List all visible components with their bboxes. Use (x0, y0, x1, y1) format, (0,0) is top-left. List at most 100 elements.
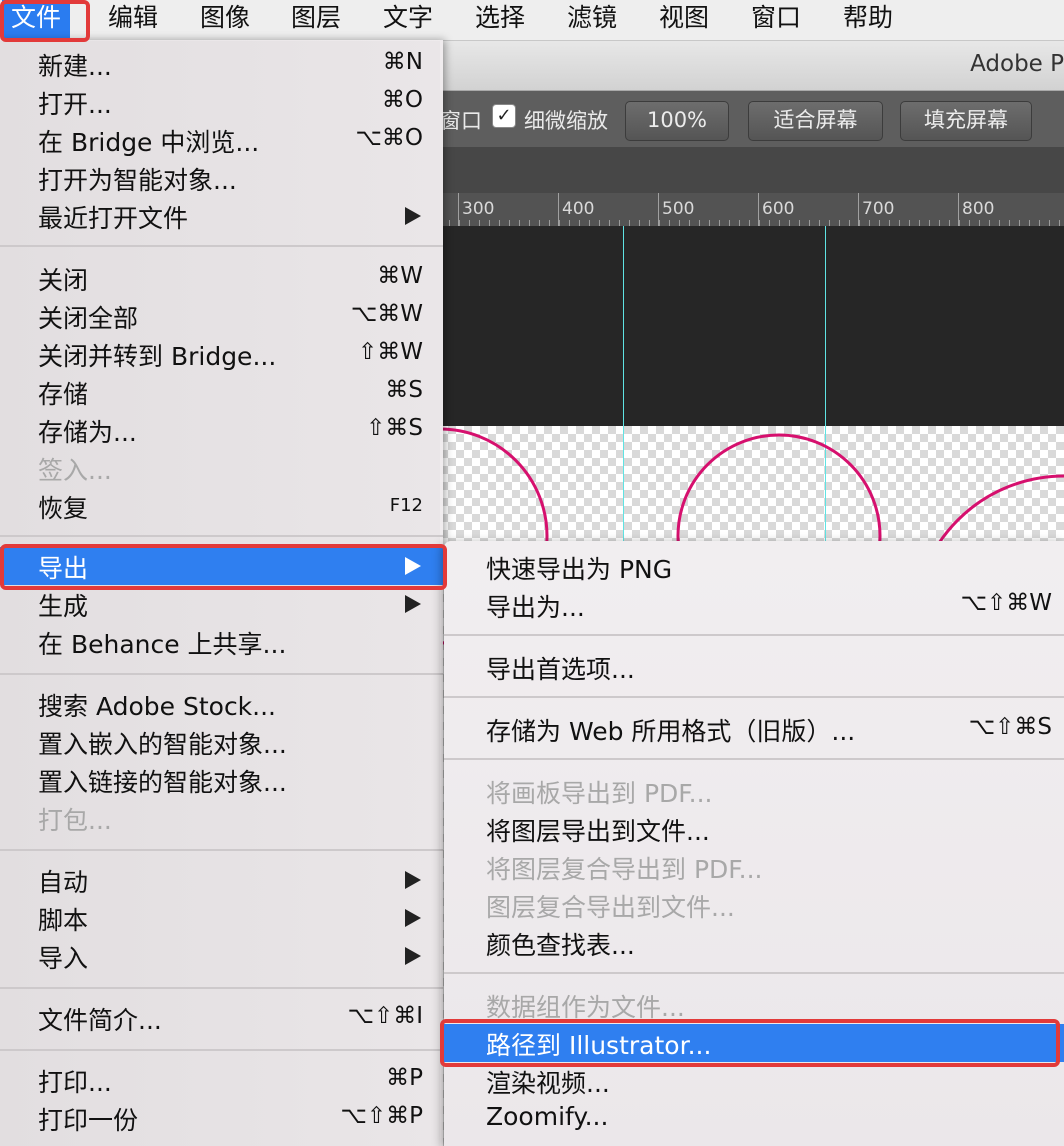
submenu-arrow-icon (405, 871, 421, 889)
menu-window[interactable]: 窗口 (751, 0, 801, 40)
menu-item-close-go-bridge[interactable]: 关闭并转到 Bridge... ⇧⌘W (0, 335, 443, 373)
menu-item-open[interactable]: 打开... ⌘O (0, 83, 443, 121)
menu-item-shortcut: ⌥⇧⌘S (968, 714, 1052, 740)
submenu-item-artboards-to-pdf: 将画板导出到 PDF... (444, 772, 1064, 810)
menu-item-label: 图层复合导出到文件... (486, 893, 735, 922)
menu-item-revert[interactable]: 恢复 F12 (0, 487, 443, 525)
menu-item-file-info[interactable]: 文件简介... ⌥⇧⌘I (0, 999, 443, 1037)
menu-item-shortcut: ⌘N (382, 49, 423, 75)
menu-item-label: 渲染视频... (486, 1069, 610, 1098)
menu-item-shortcut: ⇧⌘W (357, 339, 423, 365)
menu-item-generate[interactable]: 生成 (0, 585, 443, 623)
menu-type[interactable]: 文字 (383, 0, 433, 40)
menu-item-label: 置入嵌入的智能对象... (38, 730, 287, 759)
menu-item-open-smart-object[interactable]: 打开为智能对象... (0, 159, 443, 197)
menu-item-open-recent[interactable]: 最近打开文件 (0, 197, 443, 235)
menu-item-place-embedded[interactable]: 置入嵌入的智能对象... (0, 723, 443, 761)
ruler-mark: 800 (962, 199, 995, 219)
menu-item-close-all[interactable]: 关闭全部 ⌥⌘W (0, 297, 443, 335)
menu-item-label: 打包... (38, 806, 112, 835)
window-title: Adobe P (970, 51, 1064, 77)
submenu-item-export-as[interactable]: 导出为... ⌥⇧⌘W (444, 586, 1064, 624)
menu-separator (0, 987, 443, 989)
annotation-highlight-export (0, 544, 447, 590)
menu-image[interactable]: 图像 (200, 0, 250, 40)
menu-item-label: 打印... (38, 1068, 112, 1097)
menu-item-scripts[interactable]: 脚本 (0, 899, 443, 937)
menu-item-label: 关闭 (38, 266, 89, 295)
submenu-item-zoomify[interactable]: Zoomify... (444, 1100, 1064, 1138)
submenu-item-layers-to-files[interactable]: 将图层导出到文件... (444, 810, 1064, 848)
menu-item-label: 存储为 Web 所用格式（旧版）... (486, 717, 856, 746)
menu-item-label: 搜索 Adobe Stock... (38, 692, 277, 721)
menu-item-share-behance[interactable]: 在 Behance 上共享... (0, 623, 443, 661)
menu-item-new[interactable]: 新建... ⌘N (0, 45, 443, 83)
menu-item-search-stock[interactable]: 搜索 Adobe Stock... (0, 685, 443, 723)
menu-edit[interactable]: 编辑 (108, 0, 158, 40)
menu-item-label: 将图层导出到文件... (486, 817, 710, 846)
submenu-arrow-icon (405, 207, 421, 225)
menu-item-automate[interactable]: 自动 (0, 861, 443, 899)
menu-item-shortcut: ⌥⇧⌘W (960, 590, 1052, 616)
menu-item-shortcut: ⌘W (377, 263, 423, 289)
menu-item-close[interactable]: 关闭 ⌘W (0, 259, 443, 297)
menu-item-browse-bridge[interactable]: 在 Bridge 中浏览... ⌥⌘O (0, 121, 443, 159)
menu-item-shortcut: ⌥⇧⌘I (347, 1003, 423, 1029)
menu-item-shortcut: ⌘P (386, 1065, 423, 1091)
submenu-item-layer-comps-to-files: 图层复合导出到文件... (444, 886, 1064, 924)
fine-zoom-checkbox[interactable]: ✓ (492, 104, 516, 128)
menu-item-label: 恢复 (38, 494, 89, 523)
menu-item-label: 自动 (38, 868, 89, 897)
submenu-item-color-lookup-tables[interactable]: 颜色查找表... (444, 924, 1064, 962)
horizontal-ruler: 300 400 500 600 700 800 (440, 193, 1064, 226)
menu-item-label: 最近打开文件 (38, 204, 189, 233)
menu-item-print-one-copy[interactable]: 打印一份 ⌥⇧⌘P (0, 1099, 443, 1137)
document-tab-bar (440, 147, 1064, 194)
menu-item-package: 打包... (0, 799, 443, 837)
submenu-arrow-icon (405, 909, 421, 927)
menu-item-print[interactable]: 打印... ⌘P (0, 1061, 443, 1099)
submenu-arrow-icon (405, 947, 421, 965)
menu-item-label: 存储 (38, 380, 89, 409)
options-partial-label: 窗口 (440, 109, 482, 133)
menu-separator (0, 245, 443, 247)
ruler-mark: 300 (462, 199, 495, 219)
menu-filter[interactable]: 滤镜 (567, 0, 617, 40)
menu-item-shortcut: ⌥⇧⌘P (340, 1103, 423, 1129)
canvas-dark-area (440, 226, 1064, 426)
menu-item-shortcut: F12 (389, 495, 423, 516)
menu-item-label: Zoomify... (486, 1102, 609, 1131)
menu-item-place-linked[interactable]: 置入链接的智能对象... (0, 761, 443, 799)
zoom-100-button[interactable]: 100% (625, 101, 729, 141)
menu-item-label: 生成 (38, 592, 89, 621)
menu-help[interactable]: 帮助 (843, 0, 893, 40)
menu-item-label: 文件简介... (38, 1006, 162, 1035)
menu-item-label: 脚本 (38, 906, 89, 935)
menu-item-label: 打印一份 (38, 1106, 139, 1135)
menu-separator (0, 849, 443, 851)
menu-select[interactable]: 选择 (475, 0, 525, 40)
menu-item-label: 导出首选项... (486, 655, 635, 684)
submenu-item-quick-export-png[interactable]: 快速导出为 PNG (444, 548, 1064, 586)
menu-item-label: 签入... (38, 456, 112, 485)
menu-item-save[interactable]: 存储 ⌘S (0, 373, 443, 411)
submenu-item-export-preferences[interactable]: 导出首选项... (444, 648, 1064, 686)
menu-item-check-in: 签入... (0, 449, 443, 487)
menu-item-label: 在 Behance 上共享... (38, 630, 287, 659)
fit-screen-button[interactable]: 适合屏幕 (748, 101, 883, 141)
menu-separator (444, 696, 1064, 698)
menu-item-import[interactable]: 导入 (0, 937, 443, 975)
fill-screen-button[interactable]: 填充屏幕 (900, 101, 1032, 141)
menu-separator (0, 1049, 443, 1051)
ruler-mark: 600 (762, 199, 795, 219)
submenu-item-save-for-web[interactable]: 存储为 Web 所用格式（旧版）... ⌥⇧⌘S (444, 710, 1064, 748)
menu-separator (444, 634, 1064, 636)
submenu-item-render-video[interactable]: 渲染视频... (444, 1062, 1064, 1100)
menu-item-label: 存储为... (38, 418, 137, 447)
menu-layer[interactable]: 图层 (291, 0, 341, 40)
menu-view[interactable]: 视图 (659, 0, 709, 40)
menu-item-save-as[interactable]: 存储为... ⇧⌘S (0, 411, 443, 449)
menu-bar: 文件 编辑 图像 图层 文字 选择 滤镜 视图 窗口 帮助 (0, 0, 1064, 41)
menu-item-label: 快速导出为 PNG (486, 555, 673, 584)
menu-item-label: 导出为... (486, 593, 585, 622)
